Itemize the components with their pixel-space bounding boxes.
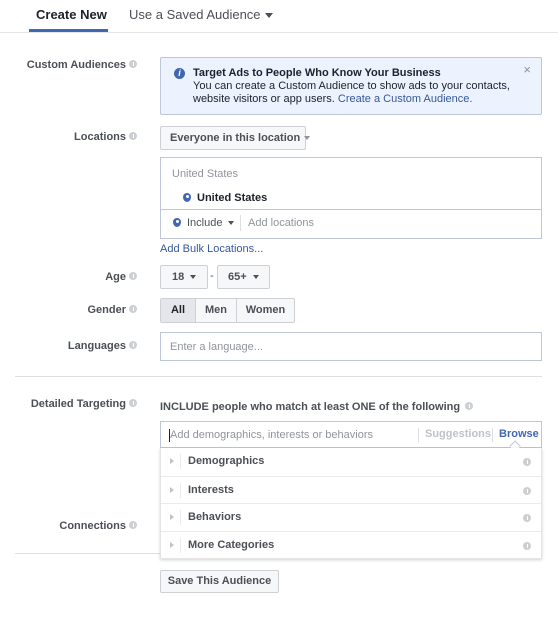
divider [418,428,419,442]
info-icon[interactable] [129,272,137,281]
custom-audience-info-box: i Target Ads to People Who Know Your Bus… [160,57,542,115]
info-icon[interactable] [129,305,137,314]
detailed-targeting-input[interactable]: Add demographics, interests or behaviors… [160,421,542,452]
tab-use-saved-audience-label: Use a Saved Audience [129,7,261,22]
gender-label-text: Gender [87,304,126,316]
chevron-down-icon [264,13,273,19]
detailed-targeting-label-text: Detailed Targeting [30,398,126,410]
save-audience-button[interactable]: Save This Audience [160,570,279,593]
age-to-value: 65+ [228,271,247,283]
divider [180,454,181,469]
selected-location: United States [183,192,267,204]
selected-location-text: United States [197,192,268,204]
section-divider [15,376,542,377]
divider [240,215,241,231]
chevron-down-icon [252,275,259,280]
divider [180,510,181,525]
divider [180,537,181,553]
info-icon[interactable] [523,541,531,550]
add-locations-input[interactable]: Add locations [248,217,314,229]
info-icon[interactable] [129,521,137,530]
audience-tabs: Create New Use a Saved Audience [0,0,558,33]
detailed-targeting-heading-text: INCLUDE people who match at least ONE of… [160,401,461,413]
chevron-down-icon [190,275,197,280]
location-pin-icon [183,192,191,202]
locations-label: Locations [74,131,137,143]
location-country-header: United States [172,168,239,180]
locations-box: United States United States Include Add … [160,157,542,239]
browse-button[interactable]: Browse [499,428,539,440]
suggestions-button[interactable]: Suggestions [425,428,491,440]
category-label: Behaviors [188,511,242,523]
info-icon[interactable] [465,402,474,411]
expand-arrow-icon [170,541,174,548]
category-interests[interactable]: Interests [161,475,541,504]
chevron-down-icon [304,136,311,141]
info-box-title: Target Ads to People Who Know Your Busin… [193,67,441,79]
add-bulk-locations-link[interactable]: Add Bulk Locations... [160,243,263,255]
info-icon[interactable] [523,458,531,466]
chevron-down-icon [228,221,235,226]
info-icon[interactable] [523,514,531,522]
category-behaviors[interactable]: Behaviors [161,503,541,531]
gender-selector: All Men Women [160,298,295,323]
location-type-value: Everyone in this location [170,132,301,144]
detailed-targeting-label: Detailed Targeting [31,398,137,410]
active-tab-indicator [29,29,108,32]
divider [180,482,181,498]
info-icon[interactable] [129,399,137,408]
include-exclude-dropdown[interactable]: Include [173,217,235,229]
location-pin-icon [173,217,181,227]
expand-arrow-icon [170,486,174,493]
tab-use-saved-audience[interactable]: Use a Saved Audience [129,7,273,22]
gender-option-men[interactable]: Men [195,299,236,322]
gender-option-women[interactable]: Women [236,299,294,322]
detailed-targeting-placeholder: Add demographics, interests or behaviors [170,429,373,441]
age-to-dropdown[interactable]: 65+ [217,265,270,289]
custom-audiences-label-text: Custom Audiences [26,59,126,71]
gender-label: Gender [87,304,137,316]
age-label: Age [105,271,137,283]
info-circle-icon: i [174,68,185,79]
connections-label: Connections [59,520,137,532]
age-separator: - [210,270,214,282]
gender-option-all[interactable]: All [161,299,195,322]
create-custom-audience-link[interactable]: Create a Custom Audience. [338,93,473,105]
info-icon[interactable] [129,341,137,350]
category-label: More Categories [188,538,275,551]
include-label: Include [187,217,223,229]
age-from-value: 18 [172,271,185,283]
divider [492,428,493,442]
connections-label-text: Connections [59,520,126,532]
custom-audiences-label: Custom Audiences [27,59,137,71]
expand-arrow-icon [170,458,174,464]
category-demographics[interactable]: Demographics [161,448,541,476]
browse-categories-menu: Demographics Interests Behaviors More Ca… [160,448,542,559]
category-label: Interests [188,483,234,496]
info-icon[interactable] [129,60,137,69]
close-icon[interactable]: × [523,62,531,77]
location-type-dropdown[interactable]: Everyone in this location [160,126,311,150]
tab-create-new[interactable]: Create New [36,7,107,22]
category-label: Demographics [188,455,265,467]
language-input[interactable]: Enter a language... [160,332,542,361]
age-from-dropdown[interactable]: 18 [160,265,208,289]
languages-label: Languages [68,340,137,352]
languages-label-text: Languages [67,340,126,352]
category-more-categories[interactable]: More Categories [161,530,541,559]
detailed-targeting-heading: INCLUDE people who match at least ONE of… [160,401,474,413]
divider [161,209,541,210]
locations-label-text: Locations [74,131,126,143]
info-box-body: You can create a Custom Audience to show… [193,80,513,106]
age-label-text: Age [105,271,126,283]
info-icon[interactable] [523,486,531,495]
expand-arrow-icon [170,514,174,520]
info-icon[interactable] [129,132,137,141]
